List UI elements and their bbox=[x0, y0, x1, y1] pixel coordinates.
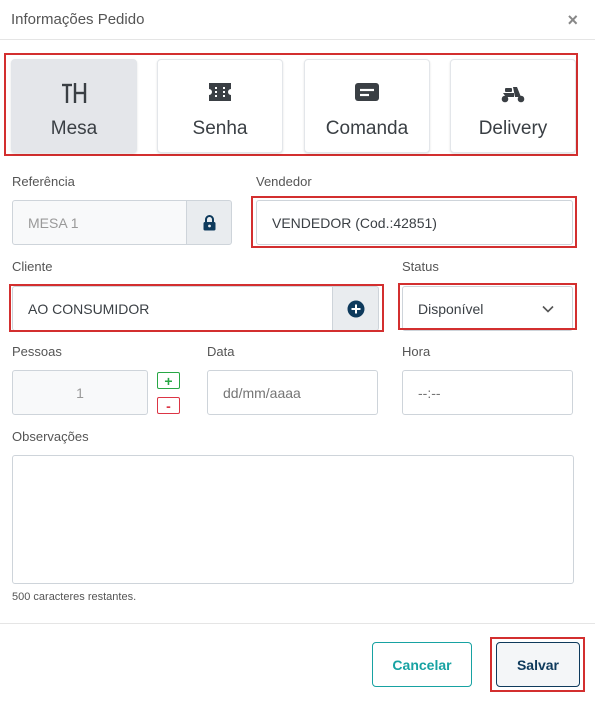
data-label: Data bbox=[207, 344, 235, 359]
vendedor-label: Vendedor bbox=[256, 174, 312, 189]
order-type-senha[interactable]: Senha bbox=[157, 59, 283, 153]
close-icon[interactable]: × bbox=[567, 10, 578, 31]
hora-input[interactable] bbox=[402, 370, 573, 415]
order-type-mesa[interactable]: Mesa bbox=[11, 59, 137, 153]
modal-header: Informações Pedido × bbox=[0, 0, 595, 40]
pessoas-label: Pessoas bbox=[12, 344, 62, 359]
referencia-label: Referência bbox=[12, 174, 75, 189]
cancel-button[interactable]: Cancelar bbox=[372, 642, 472, 687]
save-highlight bbox=[490, 637, 585, 692]
pessoas-field[interactable]: 1 bbox=[12, 370, 148, 415]
scooter-icon bbox=[451, 82, 575, 106]
order-type-label: Comanda bbox=[325, 118, 409, 139]
order-type-delivery[interactable]: Delivery bbox=[450, 59, 576, 153]
char-counter: 500 caracteres restantes. bbox=[12, 591, 137, 603]
cliente-highlight bbox=[9, 284, 384, 332]
order-type-comanda[interactable]: Comanda bbox=[304, 59, 430, 153]
order-type-label: Mesa bbox=[50, 118, 98, 139]
card-icon bbox=[305, 82, 429, 106]
ticket-icon bbox=[158, 82, 282, 106]
hora-label: Hora bbox=[402, 344, 431, 359]
observacoes-label: Observações bbox=[12, 429, 89, 444]
referencia-field: MESA 1 bbox=[12, 200, 187, 245]
order-type-label: Delivery bbox=[478, 118, 548, 139]
lock-icon[interactable] bbox=[186, 200, 232, 245]
order-type-label: Senha bbox=[192, 118, 248, 139]
decrement-button[interactable]: - bbox=[157, 397, 180, 414]
status-highlight bbox=[398, 283, 577, 330]
table-icon bbox=[12, 82, 136, 106]
increment-button[interactable]: + bbox=[157, 372, 180, 389]
vendedor-highlight bbox=[251, 196, 577, 248]
data-input[interactable] bbox=[207, 370, 378, 415]
observacoes-textarea[interactable] bbox=[12, 455, 574, 584]
pessoas-value: 1 bbox=[76, 384, 84, 401]
cliente-label: Cliente bbox=[12, 259, 53, 274]
referencia-value: MESA 1 bbox=[28, 214, 79, 231]
modal-title: Informações Pedido bbox=[11, 11, 145, 28]
status-label: Status bbox=[402, 259, 439, 274]
